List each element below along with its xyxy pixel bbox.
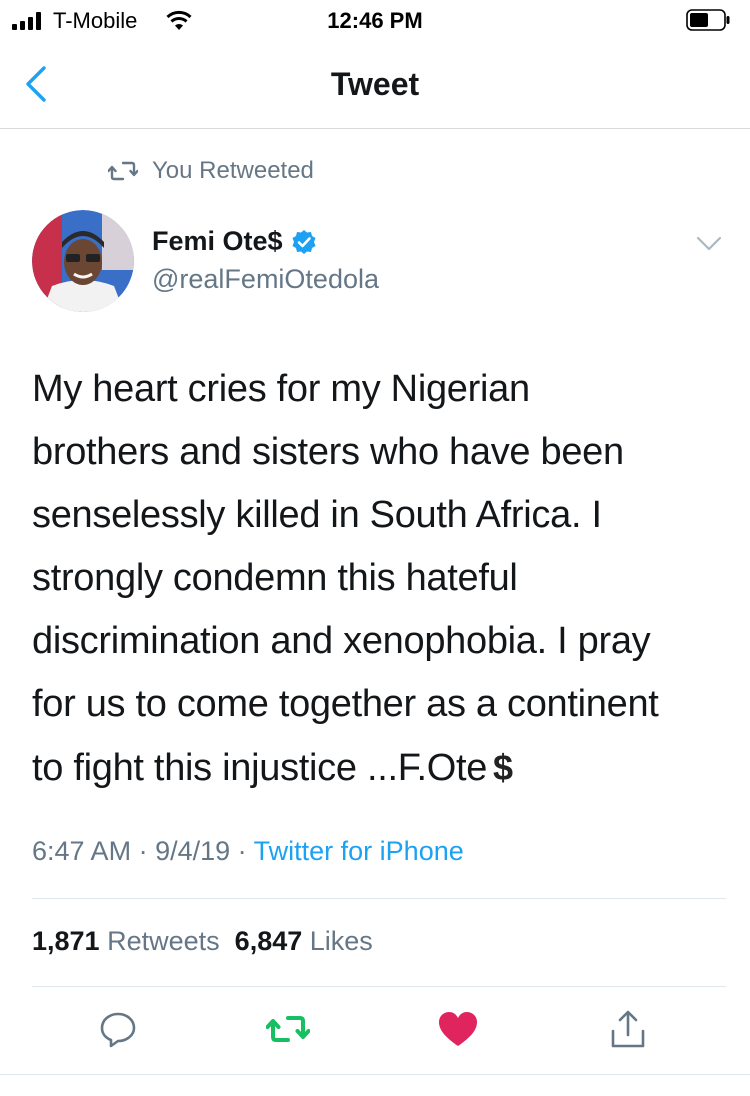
clock: 12:46 PM (327, 8, 423, 33)
retweet-button[interactable] (266, 1006, 310, 1052)
retweet-banner-text: You Retweeted (152, 157, 314, 184)
tweet-line: senselessly killed in South Africa. I (32, 494, 602, 536)
chevron-down-icon[interactable] (696, 234, 722, 254)
author-handle[interactable]: @realFemiOtedola (152, 264, 379, 295)
retweets-count: 1,871 (32, 926, 100, 956)
heart-icon (439, 1012, 477, 1046)
tweet-line: strongly condemn this hateful (32, 557, 518, 599)
tweet-line-last: to fight this injustice ...F.Ote $ (32, 736, 732, 800)
tweet-line: My heart cries for my Nigerian (32, 368, 530, 410)
tweet-date: 9/4/19 (155, 836, 231, 866)
divider (32, 898, 726, 899)
tweet-time: 6:47 AM (32, 836, 132, 866)
tweet-line-text: to fight this injustice ...F.Ote (32, 747, 488, 789)
battery-icon (686, 9, 730, 31)
avatar-image (32, 210, 134, 312)
avatar[interactable] (32, 210, 134, 312)
tweet-line: discrimination and xenophobia. I pray (32, 620, 651, 662)
verified-badge-icon (292, 229, 316, 254)
tweet-stats: 1,871 Retweets 6,847 Likes (32, 926, 373, 957)
share-button[interactable] (606, 1006, 650, 1052)
reply-button[interactable] (96, 1006, 140, 1052)
navigation-bar: Tweet (0, 40, 750, 129)
likes-label: Likes (309, 926, 373, 956)
tweet-text: My heart cries for my Nigerian brothers … (32, 358, 732, 800)
tweet-meta: 6:47 AM · 9/4/19 · Twitter for iPhone (32, 836, 464, 867)
dollar-emoji: $ (493, 747, 513, 788)
likes-stat[interactable]: 6,847 Likes (235, 926, 373, 956)
tweet-line: brothers and sisters who have been (32, 431, 624, 473)
retweets-label: Retweets (107, 926, 220, 956)
like-button[interactable] (436, 1006, 480, 1052)
tweet-source-link[interactable]: Twitter for iPhone (254, 836, 464, 866)
author-name[interactable]: Femi Ote$ (152, 226, 317, 257)
retweet-banner: You Retweeted (108, 156, 314, 186)
meta-separator: · (131, 836, 156, 866)
retweets-stat[interactable]: 1,871 Retweets (32, 926, 220, 956)
reply-icon (100, 1012, 136, 1048)
divider (0, 1074, 750, 1075)
share-icon (611, 1010, 645, 1048)
status-bar: T-Mobile 12:46 PM (0, 0, 750, 40)
likes-count: 6,847 (234, 926, 303, 956)
meta-separator: · (230, 836, 254, 866)
page-title: Tweet (330, 66, 420, 102)
divider (32, 986, 726, 987)
author-name-text: Femi Ote$ (152, 226, 283, 256)
retweet-icon (108, 161, 138, 181)
tweet-line: for us to come together as a continent (32, 683, 659, 725)
action-bar (0, 1006, 750, 1056)
retweet-icon (266, 1016, 310, 1042)
